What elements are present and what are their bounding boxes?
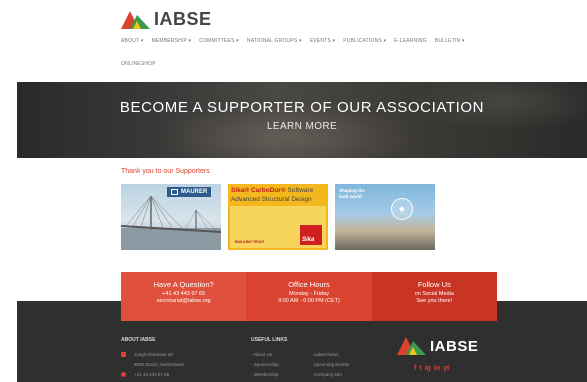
info-follow-heading: Follow Us [417, 280, 451, 289]
info-question: Have A Question? +41 43 443 97 65 secret… [121, 272, 247, 321]
iabse-logo[interactable]: IABSE [121, 9, 212, 30]
sika-title: Sika® CarboDur® Software [231, 187, 313, 195]
supporter-cards: MAURER Sika® CarboDur® Software Advanced… [121, 184, 435, 250]
footer-links-title: Useful Links [251, 337, 288, 343]
hero-banner: BECOME A SUPPORTER OF OUR ASSOCIATION LE… [17, 82, 587, 158]
footer-city: 8050 Zurich, Switzerland [134, 362, 184, 367]
instagram-icon[interactable]: ig [425, 365, 431, 372]
nav-membership[interactable]: Membership ▾ [151, 37, 191, 45]
nav-onlineshop[interactable]: Onlineshop [121, 61, 156, 67]
footer-phone-row: +41 43 443 97 65 [121, 372, 184, 377]
hero-title: BECOME A SUPPORTER OF OUR ASSOCIATION [119, 99, 485, 116]
footer-logo[interactable]: IABSE [397, 337, 478, 355]
youtube-icon[interactable]: yt [443, 365, 449, 372]
footer-city-row: 8050 Zurich, Switzerland [121, 362, 184, 367]
supporter-card-shaping[interactable]: Shaping the built world ◈ [335, 184, 435, 250]
logo-text: IABSE [154, 9, 212, 29]
supporter-card-maurer[interactable]: MAURER [121, 184, 221, 250]
facebook-icon[interactable]: f [414, 365, 416, 372]
nav-about[interactable]: About ▾ [121, 37, 143, 45]
footer-phone[interactable]: +41 43 443 97 65 [134, 372, 169, 377]
footer-link[interactable]: Latest News [311, 352, 371, 357]
info-see-you: See you there! [416, 298, 453, 304]
footer-links: About Us Latest News Sponsorship Upcomin… [251, 352, 371, 377]
contact-info-bar: Have A Question? +41 43 443 97 65 secret… [121, 272, 497, 321]
sika-title-rest: Software [285, 187, 314, 194]
nav-committees[interactable]: Committees ▾ [199, 37, 239, 45]
nav-national-groups[interactable]: National Groups ▾ [247, 37, 302, 45]
info-days: Monday - Friday [289, 291, 329, 297]
twitter-icon[interactable]: t [419, 365, 421, 372]
sika-logo-text: Sika [302, 237, 315, 243]
site-header: IABSE About ▾ Membership ▾ Committees ▾ … [0, 0, 587, 82]
info-social-text: on Social Media [414, 291, 454, 297]
footer-logo-text: IABSE [430, 337, 479, 355]
supporter-card-sika[interactable]: Sika® CarboDur® Software Advanced Struct… [228, 184, 328, 250]
shaping-text: Shaping the built world [339, 188, 365, 199]
main-nav: About ▾ Membership ▾ Committees ▾ Nation… [121, 37, 481, 45]
info-phone[interactable]: +41 43 443 97 65 [121, 291, 246, 298]
footer-link[interactable]: Sponsorship [251, 362, 311, 367]
supporters-heading: Thank you to our Supporters [121, 168, 210, 175]
info-follow: Follow Us on Social Media See you there! [371, 272, 497, 321]
info-office-hours: Office Hours Monday - Friday 9:00 AM - 6… [246, 272, 372, 321]
nav-bulletin[interactable]: Bulletin ▾ [435, 37, 465, 45]
maurer-logo-text: MAURER [181, 189, 208, 195]
hero-learn-more-link[interactable]: LEARN MORE [17, 121, 587, 132]
iabse-logo-mark-icon [397, 337, 426, 355]
nav-events[interactable]: Events ▾ [310, 37, 336, 45]
iabse-logo-mark-icon [121, 10, 150, 29]
footer-address-row: Jungholzstrasse 28 [121, 352, 184, 357]
footer-link[interactable]: Membership [251, 372, 311, 377]
footer-address: Jungholzstrasse 28 [134, 352, 173, 357]
info-email[interactable]: secretariat@iabse.org [121, 298, 246, 305]
info-hours: 9:00 AM - 6:00 PM (CET) [278, 298, 340, 304]
footer-about-list: Jungholzstrasse 28 8050 Zurich, Switzerl… [121, 352, 184, 382]
sika-tagline: Building Trust [235, 240, 265, 244]
sika-logo: Sika [300, 225, 322, 245]
social-icons: f t ig in yt [414, 365, 449, 372]
info-office-heading: Office Hours [288, 280, 330, 289]
nav-e-learning[interactable]: E-Learning [394, 37, 427, 45]
footer-link[interactable]: Company Info [311, 372, 371, 377]
home-icon [121, 352, 126, 357]
linkedin-icon[interactable]: in [434, 365, 440, 372]
footer-link[interactable]: About Us [251, 352, 311, 357]
phone-icon [121, 372, 126, 377]
nav-publications[interactable]: Publications ▾ [343, 37, 386, 45]
footer-link[interactable]: Upcoming Events [311, 362, 371, 367]
sika-title-brand: Sika® CarboDur® [231, 187, 286, 194]
footer-about-title: About IABSE [121, 337, 156, 343]
info-question-heading: Have A Question? [153, 280, 214, 289]
maurer-logo: MAURER [167, 187, 212, 197]
supporter-emblem-icon: ◈ [391, 198, 413, 220]
sika-subtitle: Advanced Structural Design [231, 196, 312, 203]
maurer-mark-icon [171, 189, 178, 195]
